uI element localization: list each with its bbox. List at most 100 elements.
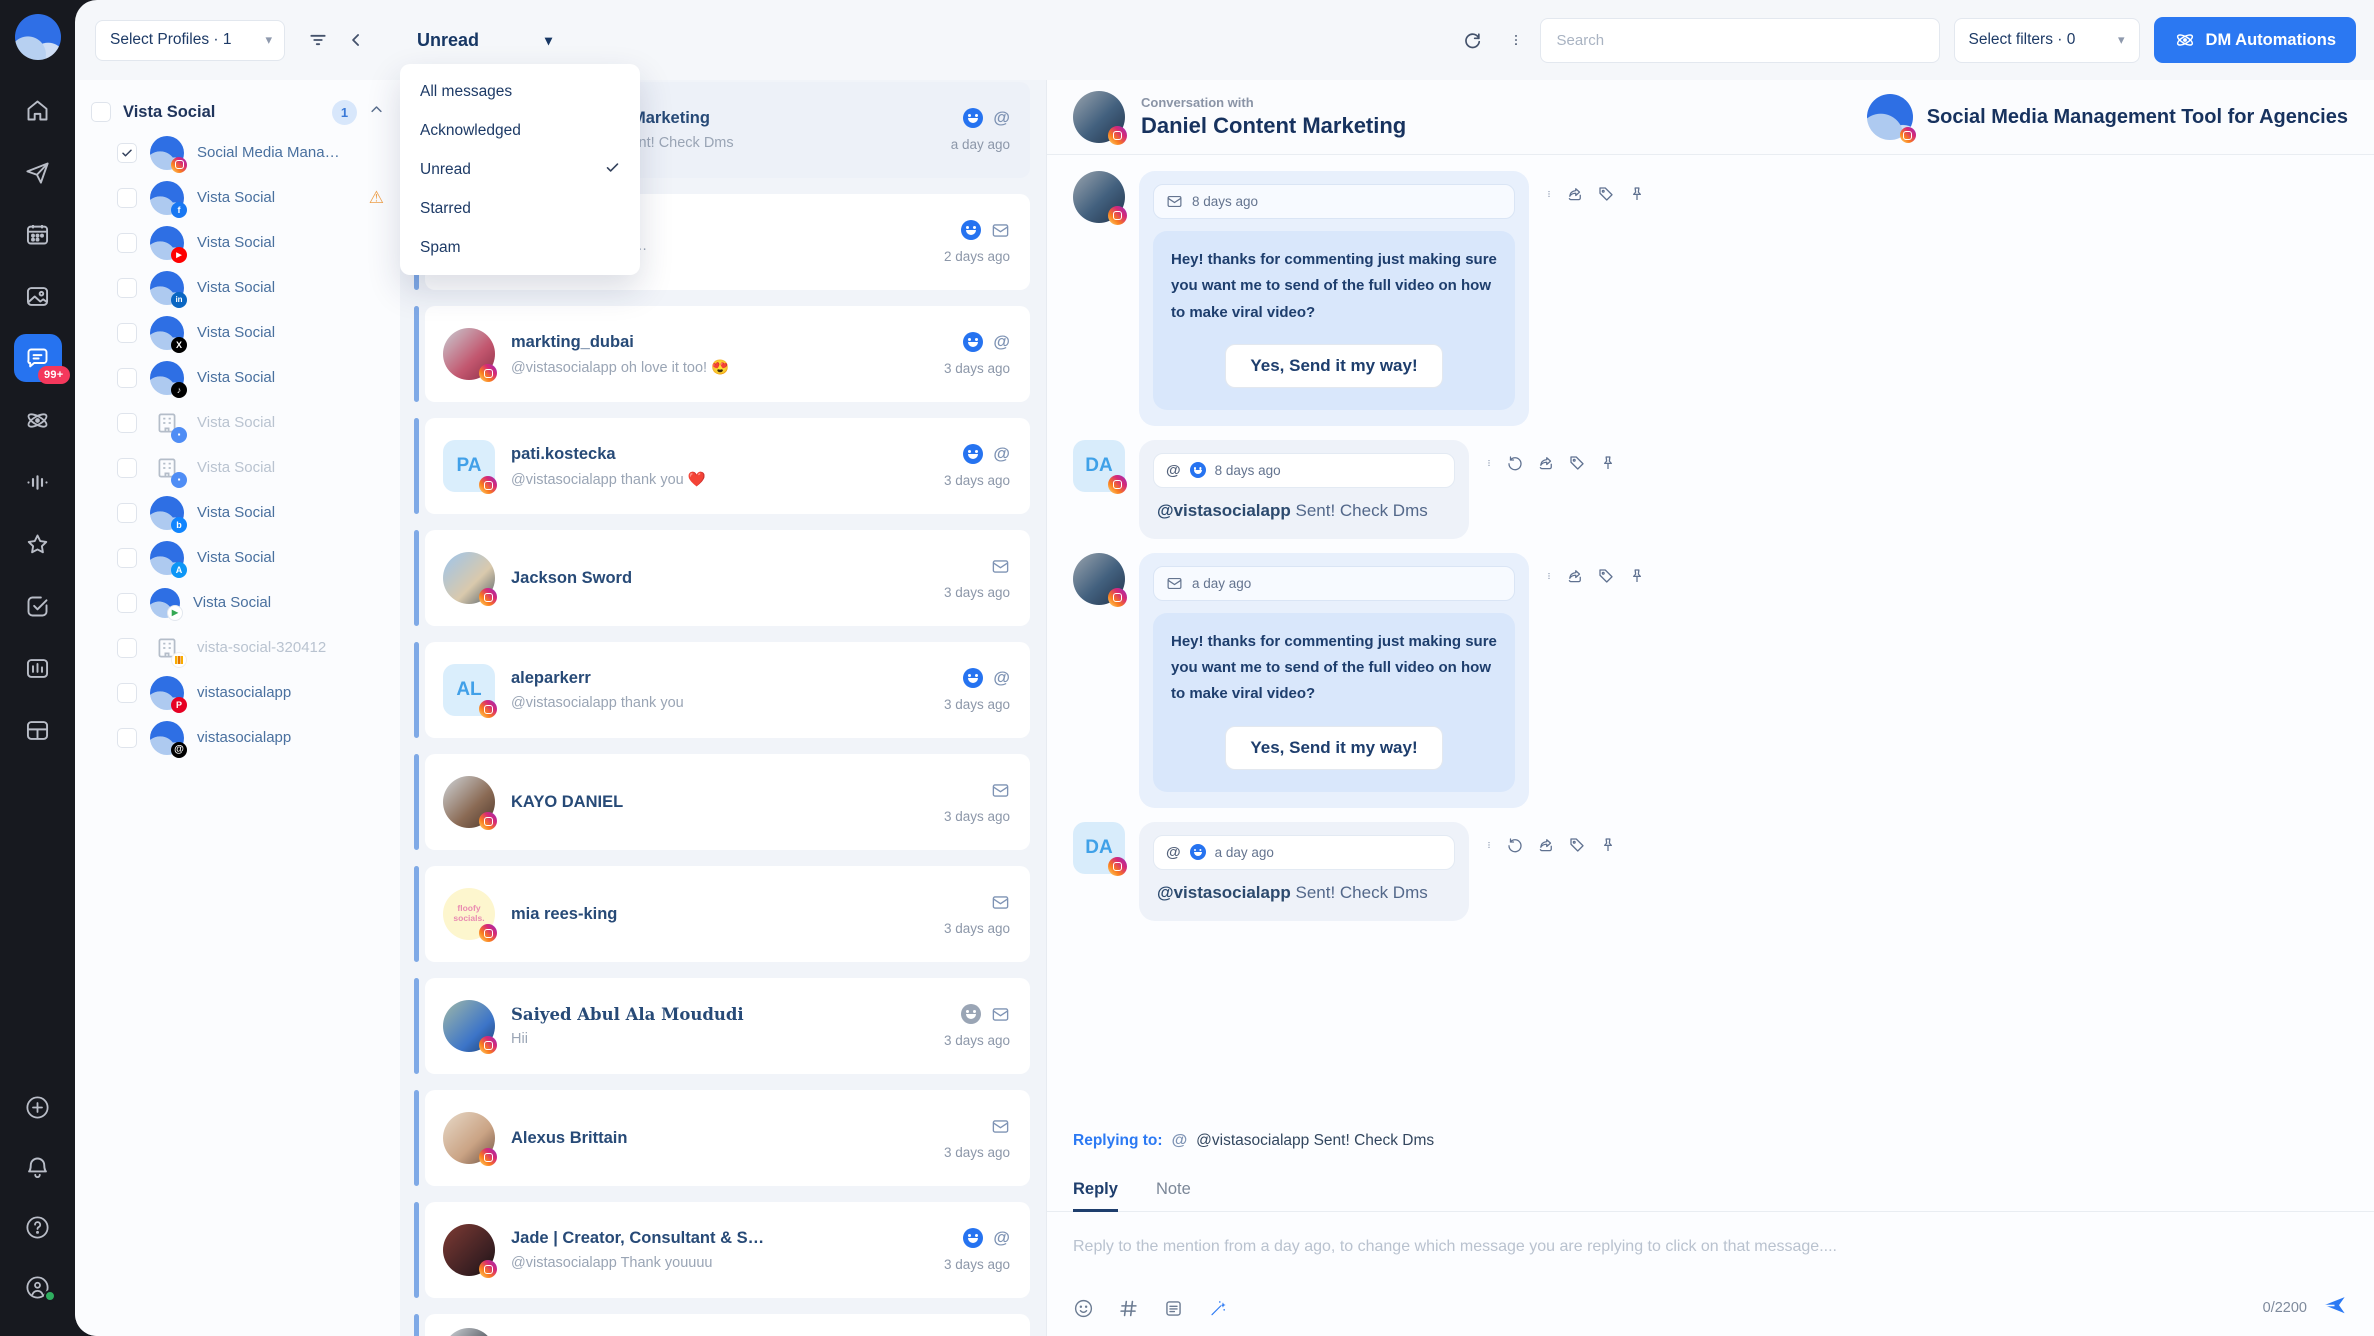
tab-reply[interactable]: Reply [1073, 1180, 1118, 1212]
tag-icon[interactable] [1568, 836, 1586, 854]
profile-checkbox[interactable] [117, 188, 137, 208]
send-icon[interactable] [2321, 1292, 2348, 1324]
media-icon[interactable] [14, 272, 62, 320]
profile-row-disabled[interactable]: vista-social-320412 [117, 625, 384, 670]
create-icon[interactable] [14, 1086, 62, 1128]
collapse-panel-icon[interactable] [337, 21, 375, 59]
inbox-filter-dropdown[interactable]: Unread ▾ [417, 30, 552, 51]
conversation-list-item[interactable]: PA pati.kostecka @vistasocialapp thank y… [414, 418, 1030, 514]
reviews-icon[interactable] [14, 520, 62, 568]
message-incoming[interactable]: a day ago Hey! thanks for commenting jus… [1073, 553, 2348, 808]
more-options-icon[interactable] [1485, 836, 1493, 854]
message-incoming[interactable]: 8 days ago Hey! thanks for commenting ju… [1073, 171, 2348, 426]
publish-icon[interactable] [14, 148, 62, 196]
profile-checkbox[interactable] [117, 458, 137, 478]
menu-item-unread[interactable]: Unread [400, 150, 640, 189]
share-icon[interactable] [1537, 836, 1555, 854]
conversation-list-item[interactable]: AL aleparkerr @vistasocialapp thank you … [414, 642, 1030, 738]
profile-row[interactable]: Social Media Managem… [117, 130, 384, 175]
message-reply[interactable]: DA @ 8 days ago @vistasocialapp Sent! Ch… [1073, 440, 2348, 539]
profile-checkbox[interactable] [117, 728, 137, 748]
tag-icon[interactable] [1597, 185, 1615, 203]
select-filters-dropdown[interactable]: Select filters · 0 ▾ [1954, 18, 2140, 63]
quick-reply-button[interactable]: Yes, Send it my way! [1225, 344, 1442, 388]
profile-row[interactable]: A Vista Social [117, 535, 384, 580]
conversation-list-item-partial[interactable] [414, 1314, 1030, 1336]
calendar-icon[interactable] [14, 210, 62, 258]
saved-replies-icon[interactable] [1163, 1298, 1184, 1319]
pin-icon[interactable] [1628, 185, 1646, 203]
profile-row-disabled[interactable]: ▪ Vista Social [117, 445, 384, 490]
emoji-icon[interactable] [1073, 1298, 1094, 1319]
listening-icon[interactable] [14, 458, 62, 506]
profile-checkbox[interactable] [117, 503, 137, 523]
conversation-list-item[interactable]: floofy socials. mia rees-king 3 days ago [414, 866, 1030, 962]
share-icon[interactable] [1537, 454, 1555, 472]
chevron-up-icon[interactable] [369, 102, 384, 122]
conversation-list-item[interactable]: Jade | Creator, Consultant & S… @vistaso… [414, 1202, 1030, 1298]
reports-icon[interactable] [14, 644, 62, 692]
pin-icon[interactable] [1628, 567, 1646, 585]
profile-row[interactable]: ▶ Vista Social [117, 220, 384, 265]
conversation-list-item[interactable]: KAYO DANIEL 3 days ago [414, 754, 1030, 850]
automation-icon[interactable] [14, 396, 62, 444]
pin-icon[interactable] [1599, 836, 1617, 854]
share-icon[interactable] [1566, 185, 1584, 203]
profile-row[interactable]: ♪ Vista Social [117, 355, 384, 400]
conversation-list-item[interactable]: Alexus Brittain 3 days ago [414, 1090, 1030, 1186]
home-icon[interactable] [14, 86, 62, 134]
message-reply[interactable]: DA @ a day ago @vistasocialapp Sent! Che… [1073, 822, 2348, 921]
dm-automations-button[interactable]: DM Automations [2154, 17, 2356, 63]
pin-icon[interactable] [1599, 454, 1617, 472]
more-options-icon[interactable] [1485, 454, 1493, 472]
profile-checkbox[interactable] [117, 233, 137, 253]
ai-assistant-icon[interactable] [1208, 1298, 1229, 1319]
profile-row[interactable]: X Vista Social [117, 310, 384, 355]
profiles-group-header[interactable]: Vista Social 1 [91, 94, 384, 130]
account-icon[interactable] [14, 1266, 62, 1308]
search-input[interactable] [1540, 18, 1940, 63]
notifications-icon[interactable] [14, 1146, 62, 1188]
help-icon[interactable] [14, 1206, 62, 1248]
profile-row[interactable]: P vistasocialapp [117, 670, 384, 715]
tasks-icon[interactable] [14, 582, 62, 630]
reply-icon[interactable] [1506, 836, 1524, 854]
profile-checkbox[interactable] [117, 683, 137, 703]
profile-row[interactable]: @ vistasocialapp [117, 715, 384, 760]
tag-icon[interactable] [1597, 567, 1615, 585]
profile-row[interactable]: ▶ Vista Social [117, 580, 384, 625]
refresh-icon[interactable] [1454, 21, 1492, 59]
select-profiles-dropdown[interactable]: Select Profiles · 1 ▾ [95, 20, 285, 61]
profile-checkbox[interactable] [117, 548, 137, 568]
hashtag-icon[interactable] [1118, 1298, 1139, 1319]
replying-to-bar[interactable]: Replying to: @ @vistasocialapp Sent! Che… [1073, 1132, 2348, 1150]
inbox-icon-active[interactable]: 99+ [14, 334, 62, 382]
more-options-icon[interactable] [1545, 567, 1553, 585]
profile-row[interactable]: f Vista Social ⚠ [117, 175, 384, 220]
reply-input[interactable]: Reply to the mention from a day ago, to … [1073, 1238, 2348, 1256]
profile-checkbox[interactable] [117, 638, 137, 658]
profile-checkbox-checked[interactable] [117, 143, 137, 163]
profile-checkbox[interactable] [117, 323, 137, 343]
conversation-list-item[interactable]: markting_dubai @vistasocialapp oh love i… [414, 306, 1030, 402]
conversation-list-item[interactable]: Jackson Sword 3 days ago [414, 530, 1030, 626]
profile-row[interactable]: b Vista Social [117, 490, 384, 535]
menu-item-acknowledged[interactable]: Acknowledged [400, 111, 640, 150]
tab-note[interactable]: Note [1156, 1180, 1191, 1211]
profile-row-disabled[interactable]: ▪ Vista Social [117, 400, 384, 445]
reply-icon[interactable] [1506, 454, 1524, 472]
menu-item-all-messages[interactable]: All messages [400, 72, 640, 111]
more-options-icon[interactable] [1506, 21, 1526, 59]
boards-icon[interactable] [14, 706, 62, 754]
profile-row[interactable]: in Vista Social [117, 265, 384, 310]
profiles-filter-icon[interactable] [299, 21, 337, 59]
tag-icon[interactable] [1568, 454, 1586, 472]
more-options-icon[interactable] [1545, 185, 1553, 203]
quick-reply-button[interactable]: Yes, Send it my way! [1225, 726, 1442, 770]
profile-checkbox[interactable] [117, 593, 137, 613]
profile-checkbox[interactable] [117, 413, 137, 433]
profile-checkbox[interactable] [117, 368, 137, 388]
share-icon[interactable] [1566, 567, 1584, 585]
profile-checkbox[interactable] [117, 278, 137, 298]
menu-item-spam[interactable]: Spam [400, 228, 640, 267]
